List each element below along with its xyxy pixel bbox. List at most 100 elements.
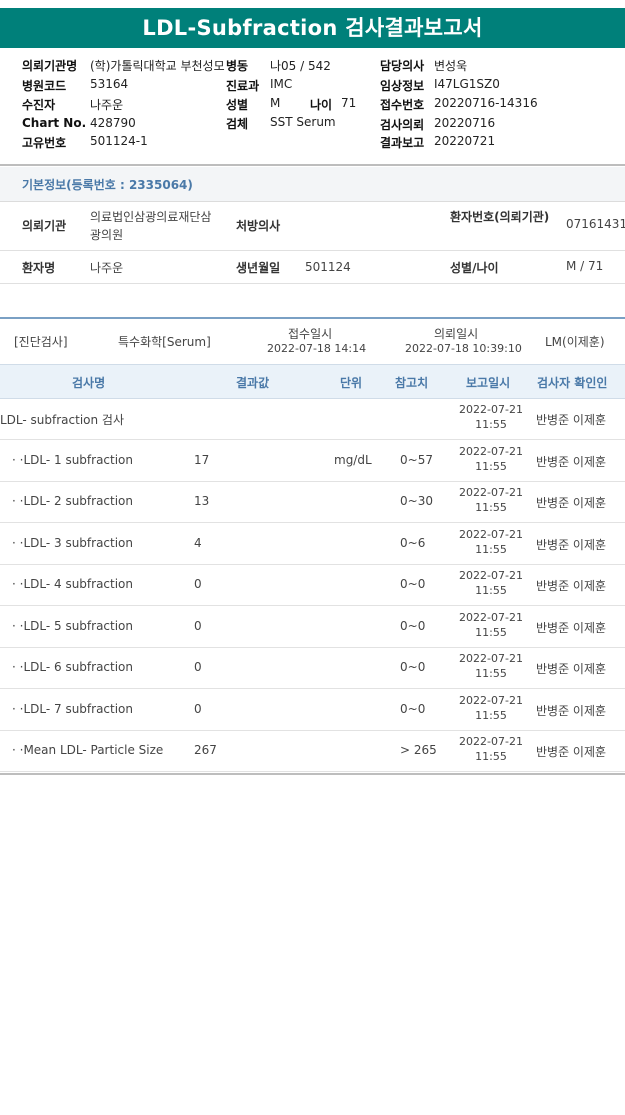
header-value: 20220721 <box>434 134 496 148</box>
header-value: 변성욱 <box>434 59 468 73</box>
report-time: 11:55 <box>475 626 507 639</box>
test-name: · ·LDL- 1 subfraction <box>12 453 134 467</box>
received-value: 2022-07-18 14:14 <box>267 342 367 355</box>
name-label: 환자명 <box>22 261 56 275</box>
header-label: 병원코드 <box>22 79 67 93</box>
result-value: 0 <box>194 660 202 674</box>
test-name: · ·LDL- 2 subfraction <box>12 494 134 508</box>
checker-name: 반병준 이제훈 <box>536 745 607 759</box>
header-value: 71 <box>341 96 357 110</box>
col-header-checker: 검사자 확인인 <box>537 376 608 390</box>
test-name: · ·Mean LDL- Particle Size <box>12 743 164 757</box>
divider <box>0 283 625 284</box>
col-header-ref: 참고치 <box>395 376 429 390</box>
reference-range: 0~57 <box>400 453 433 467</box>
reference-range: 0~0 <box>400 577 426 591</box>
reference-range: 0~0 <box>400 702 426 716</box>
header-value: M <box>270 96 281 110</box>
header-label: 나이 <box>310 98 333 112</box>
bottom-divider <box>0 773 625 775</box>
order-specimen: 특수화학[Serum] <box>118 335 211 349</box>
top-border <box>0 0 625 5</box>
checker-name: 반병준 이제훈 <box>536 538 607 552</box>
checker-name: 반병준 이제훈 <box>536 413 607 427</box>
col-header-report: 보고일시 <box>466 376 511 390</box>
test-name: · ·LDL- 5 subfraction <box>12 619 134 633</box>
divider <box>0 250 625 251</box>
requested-label: 의뢰일시 <box>434 327 479 341</box>
report-title: LDL-Subfraction 검사결과보고서 <box>0 8 625 48</box>
report-date: 2022-07-21 <box>459 486 523 499</box>
header-label: 접수번호 <box>380 98 425 112</box>
received-label: 접수일시 <box>288 327 333 341</box>
order-category: [진단검사] <box>14 335 68 349</box>
reference-range: 0~0 <box>400 660 426 674</box>
header-value: 428790 <box>90 116 136 130</box>
test-name: · ·LDL- 6 subfraction <box>12 660 134 674</box>
header-label: 결과보고 <box>380 136 425 150</box>
col-header-unit: 단위 <box>340 376 363 390</box>
sexage-value: M / 71 <box>566 259 604 273</box>
basic-info-title: 기본정보(등록번호 : 2335064) <box>22 178 193 192</box>
report-time: 11:55 <box>475 750 507 763</box>
test-name: · ·LDL- 7 subfraction <box>12 702 134 716</box>
report-date: 2022-07-21 <box>459 403 523 416</box>
header-label: 임상정보 <box>380 79 425 93</box>
header-label: 검사의뢰 <box>380 118 425 132</box>
header-label: 담당의사 <box>380 59 425 73</box>
col-header-name: 검사명 <box>72 376 106 390</box>
header-label: 고유번호 <box>22 136 67 150</box>
test-name: · ·LDL- 4 subfraction <box>12 577 134 591</box>
result-value: 4 <box>194 536 202 550</box>
dob-value: 501124 <box>305 260 351 274</box>
dob-label: 생년월일 <box>236 261 281 275</box>
report-date: 2022-07-21 <box>459 611 523 624</box>
checker-name: 반병준 이제훈 <box>536 496 607 510</box>
report-time: 11:55 <box>475 709 507 722</box>
doctor-label: 처방의사 <box>236 219 281 233</box>
report-time: 11:55 <box>475 543 507 556</box>
header-label: 의뢰기관명 <box>22 59 78 73</box>
checker-name: 반병준 이제훈 <box>536 455 607 469</box>
header-value: (학)가톨릭대학교 부천성모 <box>90 59 225 73</box>
reference-range: > 265 <box>400 743 437 757</box>
header-value: 나05 / 542 <box>270 59 331 73</box>
org-value: 의료법인삼광의료재단삼광의원 <box>90 210 212 242</box>
header-value: I47LG1SZ0 <box>434 77 500 91</box>
requested-value: 2022-07-18 10:39:10 <box>405 342 522 355</box>
patno-label: 환자번호(의뢰기관) <box>450 210 550 224</box>
result-value: 267 <box>194 743 217 757</box>
report-date: 2022-07-21 <box>459 694 523 707</box>
test-name: LDL- subfraction 검사 <box>0 413 125 427</box>
report-time: 11:55 <box>475 667 507 680</box>
report-date: 2022-07-21 <box>459 652 523 665</box>
header-value: 20220716-14316 <box>434 96 538 110</box>
checker-name: 반병준 이제훈 <box>536 704 607 718</box>
org-label: 의뢰기관 <box>22 219 67 233</box>
result-value: 0 <box>194 702 202 716</box>
report-time: 11:55 <box>475 418 507 431</box>
checker-name: 반병준 이제훈 <box>536 579 607 593</box>
result-value: 17 <box>194 453 210 467</box>
result-value: 0 <box>194 577 202 591</box>
result-value: 0 <box>194 619 202 633</box>
patno-value: 071614316 <box>566 217 625 231</box>
unit-value: mg/dL <box>334 453 372 467</box>
reference-range: 0~30 <box>400 494 433 508</box>
col-header-result: 결과값 <box>236 376 270 390</box>
report-date: 2022-07-21 <box>459 528 523 541</box>
header-value: 20220716 <box>434 116 496 130</box>
reference-range: 0~6 <box>400 536 426 550</box>
test-name: · ·LDL- 3 subfraction <box>12 536 134 550</box>
result-value: 13 <box>194 494 210 508</box>
reference-range: 0~0 <box>400 619 426 633</box>
header-label: 검체 <box>226 117 249 131</box>
header-label: 병동 <box>226 59 249 73</box>
header-value: 53164 <box>90 77 129 91</box>
sexage-label: 성별/나이 <box>450 261 499 275</box>
header-label: 진료과 <box>226 79 260 93</box>
header-label: 수진자 <box>22 98 56 112</box>
header-value: SST Serum <box>270 115 336 129</box>
report-date: 2022-07-21 <box>459 735 523 748</box>
header-value: IMC <box>270 77 293 91</box>
